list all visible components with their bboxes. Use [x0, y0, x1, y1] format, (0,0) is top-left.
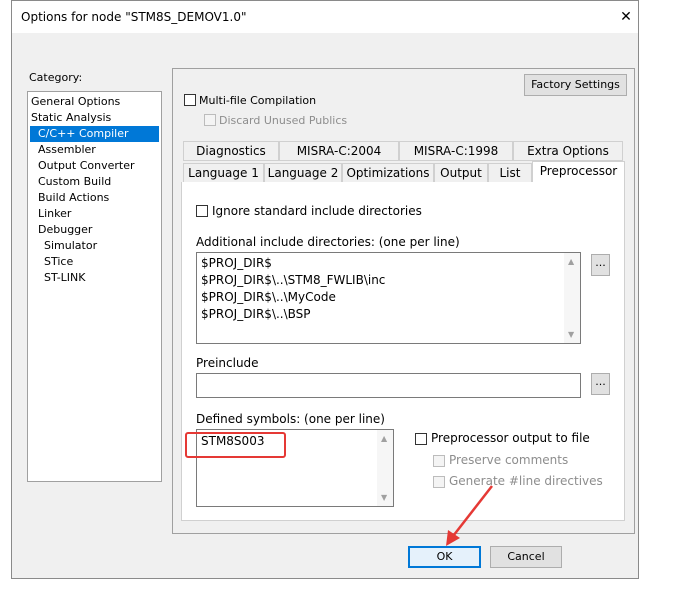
preinclude-input[interactable]	[196, 373, 581, 398]
annotation-arrow-icon	[446, 485, 493, 546]
scroll-down-icon[interactable]: ▼	[381, 493, 387, 502]
tab-misra-c-1998[interactable]: MISRA-C:1998	[399, 141, 513, 161]
preserve-comments-checkbox[interactable]	[433, 455, 445, 467]
category-item-linker[interactable]: Linker	[30, 206, 71, 222]
defined-symbols-label: Defined symbols: (one per line)	[196, 412, 385, 426]
category-list[interactable]: General Options Static Analysis C/C++ Co…	[27, 91, 162, 482]
title-bar: Options for node "STM8S_DEMOV1.0" ✕	[12, 1, 638, 33]
ignore-std-checkbox[interactable]	[196, 205, 208, 217]
scroll-down-icon[interactable]: ▼	[568, 330, 574, 339]
tab-optimizations[interactable]: Optimizations	[342, 163, 434, 183]
category-item-st-link[interactable]: ST-LINK	[30, 270, 85, 286]
ignore-std-label: Ignore standard include directories	[212, 204, 422, 218]
include-dir-line: $PROJ_DIR$	[201, 256, 272, 270]
category-item-build-actions[interactable]: Build Actions	[30, 190, 109, 206]
highlight-box	[185, 432, 286, 458]
defined-symbols-scrollbar[interactable]: ▲ ▼	[377, 430, 393, 506]
category-item-custom-build[interactable]: Custom Build	[30, 174, 111, 190]
scroll-up-icon[interactable]: ▲	[568, 257, 574, 266]
multifile-checkbox[interactable]	[184, 94, 196, 106]
category-item-assembler[interactable]: Assembler	[30, 142, 96, 158]
category-item-c-cpp-compiler[interactable]: C/C++ Compiler	[30, 126, 159, 142]
pp-output-label: Preprocessor output to file	[431, 431, 590, 445]
multifile-label: Multi-file Compilation	[199, 94, 317, 107]
cancel-button[interactable]: Cancel	[490, 546, 562, 568]
tab-language-2[interactable]: Language 2	[264, 163, 342, 183]
preinclude-browse-button[interactable]: ...	[591, 373, 610, 395]
category-label: Category:	[29, 71, 83, 84]
include-dirs-label: Additional include directories: (one per…	[196, 235, 460, 249]
include-dirs-textarea[interactable]: $PROJ_DIR$ $PROJ_DIR$\..\STM8_FWLIB\inc …	[196, 252, 581, 344]
category-item-static-analysis[interactable]: Static Analysis	[30, 110, 111, 126]
category-item-debugger[interactable]: Debugger	[30, 222, 92, 238]
window-title: Options for node "STM8S_DEMOV1.0"	[21, 10, 247, 24]
preserve-comments-label: Preserve comments	[449, 453, 569, 467]
category-item-stice[interactable]: STice	[30, 254, 73, 270]
category-item-simulator[interactable]: Simulator	[30, 238, 97, 254]
factory-settings-button[interactable]: Factory Settings	[524, 74, 627, 96]
discard-unused-label: Discard Unused Publics	[219, 114, 348, 127]
include-dirs-scrollbar[interactable]: ▲ ▼	[564, 253, 580, 343]
include-dir-line: $PROJ_DIR$\..\STM8_FWLIB\inc	[201, 273, 386, 287]
tab-preprocessor[interactable]: Preprocessor	[532, 161, 625, 183]
discard-unused-checkbox[interactable]	[204, 114, 216, 126]
include-dir-line: $PROJ_DIR$\..\BSP	[201, 307, 311, 321]
tab-extra-options[interactable]: Extra Options	[513, 141, 623, 161]
tab-output[interactable]: Output	[434, 163, 488, 183]
tab-diagnostics[interactable]: Diagnostics	[183, 141, 279, 161]
include-dir-line: $PROJ_DIR$\..\MyCode	[201, 290, 336, 304]
category-item-general-options[interactable]: General Options	[30, 94, 120, 110]
tab-language-1[interactable]: Language 1	[183, 163, 264, 183]
tab-misra-c-2004[interactable]: MISRA-C:2004	[279, 141, 399, 161]
include-dirs-browse-button[interactable]: ...	[591, 254, 610, 276]
scroll-up-icon[interactable]: ▲	[381, 434, 387, 443]
category-item-output-converter[interactable]: Output Converter	[30, 158, 135, 174]
preinclude-label: Preinclude	[196, 356, 259, 370]
tab-list[interactable]: List	[488, 163, 532, 183]
close-icon[interactable]: ✕	[615, 6, 637, 28]
pp-output-checkbox[interactable]	[415, 433, 427, 445]
